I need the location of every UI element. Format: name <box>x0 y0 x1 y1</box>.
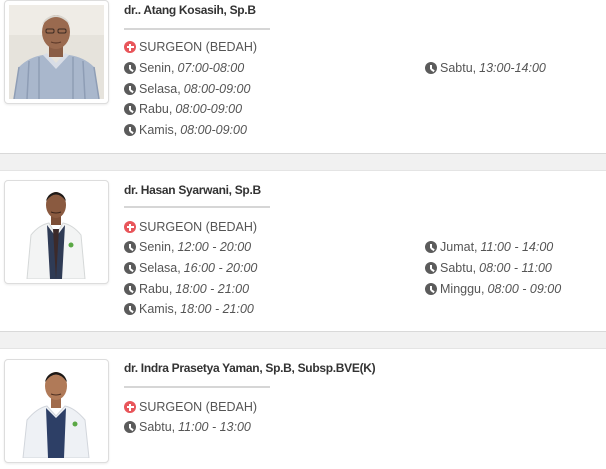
schedule-day: Senin, <box>139 61 175 75</box>
clock-icon <box>425 283 437 295</box>
clock-icon <box>124 124 136 136</box>
schedule-time: 08:00-09:00 <box>180 123 247 137</box>
doctor-portrait-image <box>9 185 104 279</box>
clock-icon <box>124 283 136 295</box>
clock-icon <box>124 421 136 433</box>
clock-icon <box>124 83 136 95</box>
doctor-card: dr.. Atang Kosasih, Sp.B SURGEON (BEDAH)… <box>0 0 606 153</box>
specialty: SURGEON (BEDAH) <box>124 40 257 54</box>
schedule-item: Rabu, 08:00-09:00 <box>124 102 242 116</box>
specialty: SURGEON (BEDAH) <box>124 400 257 414</box>
clock-icon <box>124 103 136 115</box>
card-separator <box>0 153 606 171</box>
schedule-time: 08:00 - 09:00 <box>487 282 562 296</box>
schedule-time: 08:00 - 11:00 <box>479 261 552 275</box>
name-divider <box>124 386 270 388</box>
doctor-name[interactable]: dr. Indra Prasetya Yaman, Sp.B, Subsp.BV… <box>124 361 376 375</box>
schedule-time: 18:00 - 21:00 <box>175 282 250 296</box>
doctor-card: dr. Indra Prasetya Yaman, Sp.B, Subsp.BV… <box>0 349 606 469</box>
schedule-time: 07:00-08:00 <box>177 61 245 75</box>
schedule-day: Selasa, <box>139 261 181 275</box>
schedule-day: Senin, <box>139 240 175 254</box>
specialty-label: SURGEON (BEDAH) <box>139 220 258 234</box>
schedule-day: Sabtu, <box>139 420 176 434</box>
schedule-day: Sabtu, <box>440 61 477 75</box>
plus-circle-icon <box>124 41 136 53</box>
clock-icon <box>425 62 437 74</box>
clock-icon <box>124 62 136 74</box>
schedule-item: Minggu, 08:00 - 09:00 <box>425 282 561 296</box>
schedule-time: 08:00-09:00 <box>183 82 251 96</box>
schedule-item: Sabtu, 11:00 - 13:00 <box>124 420 251 434</box>
clock-icon <box>124 262 136 274</box>
plus-circle-icon <box>124 221 136 233</box>
schedule-item: Rabu, 18:00 - 21:00 <box>124 282 249 296</box>
schedule-item: Kamis, 08:00-09:00 <box>124 123 247 137</box>
schedule-item: Selasa, 08:00-09:00 <box>124 82 250 96</box>
doctor-card: dr. Hasan Syarwani, Sp.B SURGEON (BEDAH)… <box>0 171 606 331</box>
schedule-time: 13:00-14:00 <box>479 61 546 75</box>
schedule-day: Kamis, <box>139 302 178 316</box>
specialty: SURGEON (BEDAH) <box>124 220 257 234</box>
doctor-portrait-image <box>9 5 104 99</box>
clock-icon <box>425 241 437 253</box>
doctor-photo[interactable] <box>4 359 109 463</box>
schedule-day: Selasa, <box>139 82 181 96</box>
schedule-item: Senin, 12:00 - 20:00 <box>124 240 251 254</box>
schedule-time: 18:00 - 21:00 <box>180 302 254 316</box>
schedule-item: Jumat, 11:00 - 14:00 <box>425 240 553 254</box>
schedule-day: Kamis, <box>139 123 178 137</box>
doctor-name[interactable]: dr.. Atang Kosasih, Sp.B <box>124 3 256 17</box>
schedule-day: Rabu, <box>139 102 173 116</box>
specialty-label: SURGEON (BEDAH) <box>139 400 258 414</box>
schedule-day: Minggu, <box>440 282 485 296</box>
doctor-name[interactable]: dr. Hasan Syarwani, Sp.B <box>124 183 261 197</box>
schedule-time: 12:00 - 20:00 <box>177 240 252 254</box>
schedule-time: 11:00 - 14:00 <box>480 240 554 254</box>
schedule-time: 11:00 - 13:00 <box>178 420 251 434</box>
schedule-item: Selasa, 16:00 - 20:00 <box>124 261 257 275</box>
doctor-portrait-image <box>9 364 104 458</box>
schedule-time: 16:00 - 20:00 <box>183 261 258 275</box>
schedule-time: 08:00-09:00 <box>175 102 243 116</box>
schedule-day: Rabu, <box>139 282 173 296</box>
schedule-item: Sabtu, 13:00-14:00 <box>425 61 546 75</box>
schedule-day: Sabtu, <box>440 261 477 275</box>
schedule-item: Kamis, 18:00 - 21:00 <box>124 302 254 316</box>
card-separator <box>0 331 606 349</box>
clock-icon <box>124 241 136 253</box>
name-divider <box>124 28 270 30</box>
schedule-item: Sabtu, 08:00 - 11:00 <box>425 261 552 275</box>
doctor-photo[interactable] <box>4 180 109 284</box>
doctor-photo[interactable] <box>4 0 109 104</box>
clock-icon <box>124 303 136 315</box>
specialty-label: SURGEON (BEDAH) <box>139 40 258 54</box>
plus-circle-icon <box>124 401 136 413</box>
schedule-item: Senin, 07:00-08:00 <box>124 61 244 75</box>
clock-icon <box>425 262 437 274</box>
schedule-day: Jumat, <box>440 240 478 254</box>
name-divider <box>124 206 270 208</box>
